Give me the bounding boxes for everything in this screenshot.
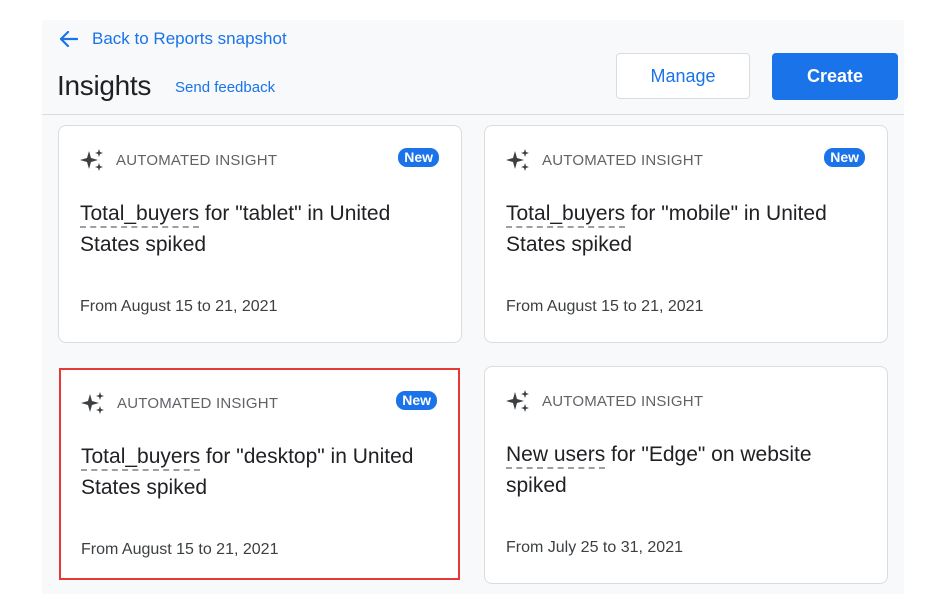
card-metric[interactable]: Total_buyers — [80, 202, 200, 228]
sparkle-icon — [506, 390, 529, 412]
sparkle-icon — [80, 149, 103, 171]
send-feedback-link[interactable]: Send feedback — [175, 79, 275, 96]
new-badge: New — [396, 391, 437, 410]
card-kicker-label: AUTOMATED INSIGHT — [542, 151, 704, 169]
card-date: From August 15 to 21, 2021 — [80, 298, 278, 315]
card-metric[interactable]: Total_buyers — [506, 202, 626, 228]
card-kicker: AUTOMATED INSIGHT — [80, 148, 277, 172]
card-kicker-label: AUTOMATED INSIGHT — [542, 392, 704, 410]
card-kicker: AUTOMATED INSIGHT — [81, 391, 278, 415]
sparkle-icon — [506, 149, 529, 171]
card-kicker-label: AUTOMATED INSIGHT — [116, 151, 278, 169]
back-link-label: Back to Reports snapshot — [92, 29, 287, 48]
insight-card-mobile[interactable]: AUTOMATED INSIGHT New Total_buyers for "… — [484, 125, 888, 343]
back-to-reports-link[interactable]: Back to Reports snapshot — [60, 29, 287, 49]
card-date: From August 15 to 21, 2021 — [81, 541, 279, 558]
card-title: Total_buyers for "tablet" in United Stat… — [80, 198, 430, 260]
card-metric[interactable]: Total_buyers — [81, 445, 201, 471]
insights-panel: Back to Reports snapshot Insights Send f… — [42, 20, 904, 594]
insight-card-tablet[interactable]: AUTOMATED INSIGHT New Total_buyers for "… — [58, 125, 462, 343]
card-title: New users for "Edge" on website spiked — [506, 439, 856, 501]
card-kicker: AUTOMATED INSIGHT — [506, 389, 703, 413]
card-title: Total_buyers for "desktop" in United Sta… — [81, 441, 431, 503]
arrow-left-icon — [60, 31, 78, 47]
card-date: From July 25 to 31, 2021 — [506, 539, 683, 556]
insight-card-edge[interactable]: AUTOMATED INSIGHT New users for "Edge" o… — [484, 366, 888, 584]
page-title: Insights — [57, 70, 152, 101]
card-title: Total_buyers for "mobile" in United Stat… — [506, 198, 856, 260]
card-kicker-label: AUTOMATED INSIGHT — [117, 394, 279, 412]
insights-header: Back to Reports snapshot Insights Send f… — [42, 20, 904, 115]
create-button[interactable]: Create — [772, 53, 898, 100]
insight-card-desktop[interactable]: AUTOMATED INSIGHT New Total_buyers for "… — [59, 368, 460, 580]
card-date: From August 15 to 21, 2021 — [506, 298, 704, 315]
card-kicker: AUTOMATED INSIGHT — [506, 148, 703, 172]
card-metric[interactable]: New users — [506, 443, 606, 469]
manage-button[interactable]: Manage — [616, 53, 750, 99]
new-badge: New — [824, 148, 865, 167]
new-badge: New — [398, 148, 439, 167]
sparkle-icon — [81, 392, 104, 414]
